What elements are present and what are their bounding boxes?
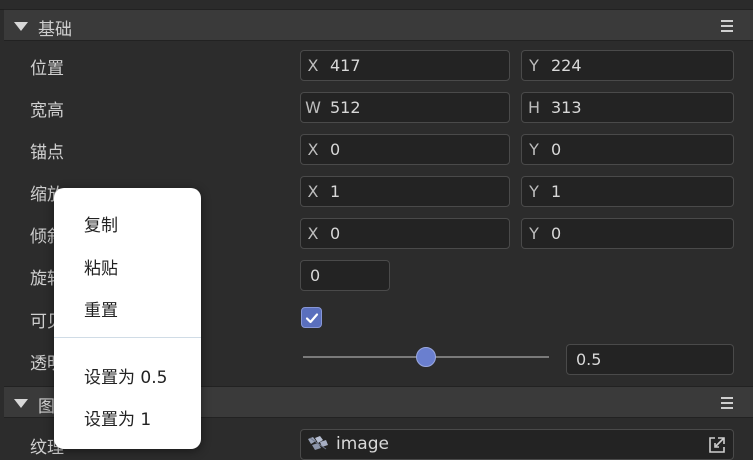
texture-name: image xyxy=(336,434,389,454)
hamburger-icon[interactable] xyxy=(721,397,733,409)
skew-y-field[interactable]: Y 0 xyxy=(521,218,734,249)
menu-separator xyxy=(54,337,201,338)
position-x-field[interactable]: X 417 xyxy=(300,50,510,81)
axis-h-label: H xyxy=(527,98,541,117)
triangle-down-icon[interactable] xyxy=(14,399,28,408)
position-y-value[interactable]: 224 xyxy=(551,51,582,80)
axis-y-label: Y xyxy=(529,140,539,159)
opacity-value[interactable]: 0.5 xyxy=(576,345,601,374)
menu-item-reset[interactable]: 重置 xyxy=(84,296,118,321)
section-title-image: 图 xyxy=(38,397,55,417)
anchor-y-field[interactable]: Y 0 xyxy=(521,134,734,165)
skew-x-field[interactable]: X 0 xyxy=(300,218,510,249)
axis-y-label: Y xyxy=(529,182,539,201)
label-position: 位置 xyxy=(30,59,64,79)
menu-item-set-half[interactable]: 设置为 0.5 xyxy=(84,363,167,388)
label-anchor: 锚点 xyxy=(30,143,64,163)
hamburger-icon[interactable] xyxy=(721,20,733,32)
locate-icon[interactable] xyxy=(707,435,727,455)
anchor-x-value[interactable]: 0 xyxy=(330,135,340,164)
axis-y-label: Y xyxy=(529,56,539,75)
section-title-basic: 基础 xyxy=(38,20,72,40)
axis-x-label: X xyxy=(307,182,319,201)
label-size: 宽高 xyxy=(30,101,64,121)
visible-checkbox[interactable] xyxy=(301,307,322,328)
height-field[interactable]: H 313 xyxy=(521,92,734,123)
opacity-field[interactable]: 0.5 xyxy=(566,344,734,375)
section-header-basic[interactable]: 基础 xyxy=(4,9,753,41)
height-value[interactable]: 313 xyxy=(551,93,582,122)
rotation-field[interactable]: 0 xyxy=(300,260,390,291)
anchor-x-field[interactable]: X 0 xyxy=(300,134,510,165)
triangle-down-icon[interactable] xyxy=(14,22,28,31)
width-value[interactable]: 512 xyxy=(330,93,361,122)
axis-x-label: X xyxy=(307,224,319,243)
opacity-slider-thumb[interactable] xyxy=(416,347,436,367)
context-menu: 复制 粘贴 重置 设置为 0.5 设置为 1 xyxy=(54,188,201,449)
scale-x-value[interactable]: 1 xyxy=(330,177,340,206)
skew-y-value[interactable]: 0 xyxy=(551,219,561,248)
image-icon xyxy=(308,436,328,450)
scale-y-field[interactable]: Y 1 xyxy=(521,176,734,207)
scale-x-field[interactable]: X 1 xyxy=(300,176,510,207)
width-field[interactable]: W 512 xyxy=(300,92,510,123)
scale-y-value[interactable]: 1 xyxy=(551,177,561,206)
position-y-field[interactable]: Y 224 xyxy=(521,50,734,81)
menu-item-set-one[interactable]: 设置为 1 xyxy=(84,405,151,430)
menu-item-copy[interactable]: 复制 xyxy=(84,211,118,236)
axis-y-label: Y xyxy=(529,224,539,243)
skew-x-value[interactable]: 0 xyxy=(330,219,340,248)
axis-x-label: X xyxy=(307,56,319,75)
rotation-value[interactable]: 0 xyxy=(310,261,320,290)
position-x-value[interactable]: 417 xyxy=(330,51,361,80)
axis-x-label: X xyxy=(307,140,319,159)
axis-w-label: W xyxy=(305,98,321,117)
check-icon xyxy=(305,313,319,324)
anchor-y-value[interactable]: 0 xyxy=(551,135,561,164)
menu-item-paste[interactable]: 粘贴 xyxy=(84,254,118,279)
texture-field[interactable]: image xyxy=(300,429,734,460)
